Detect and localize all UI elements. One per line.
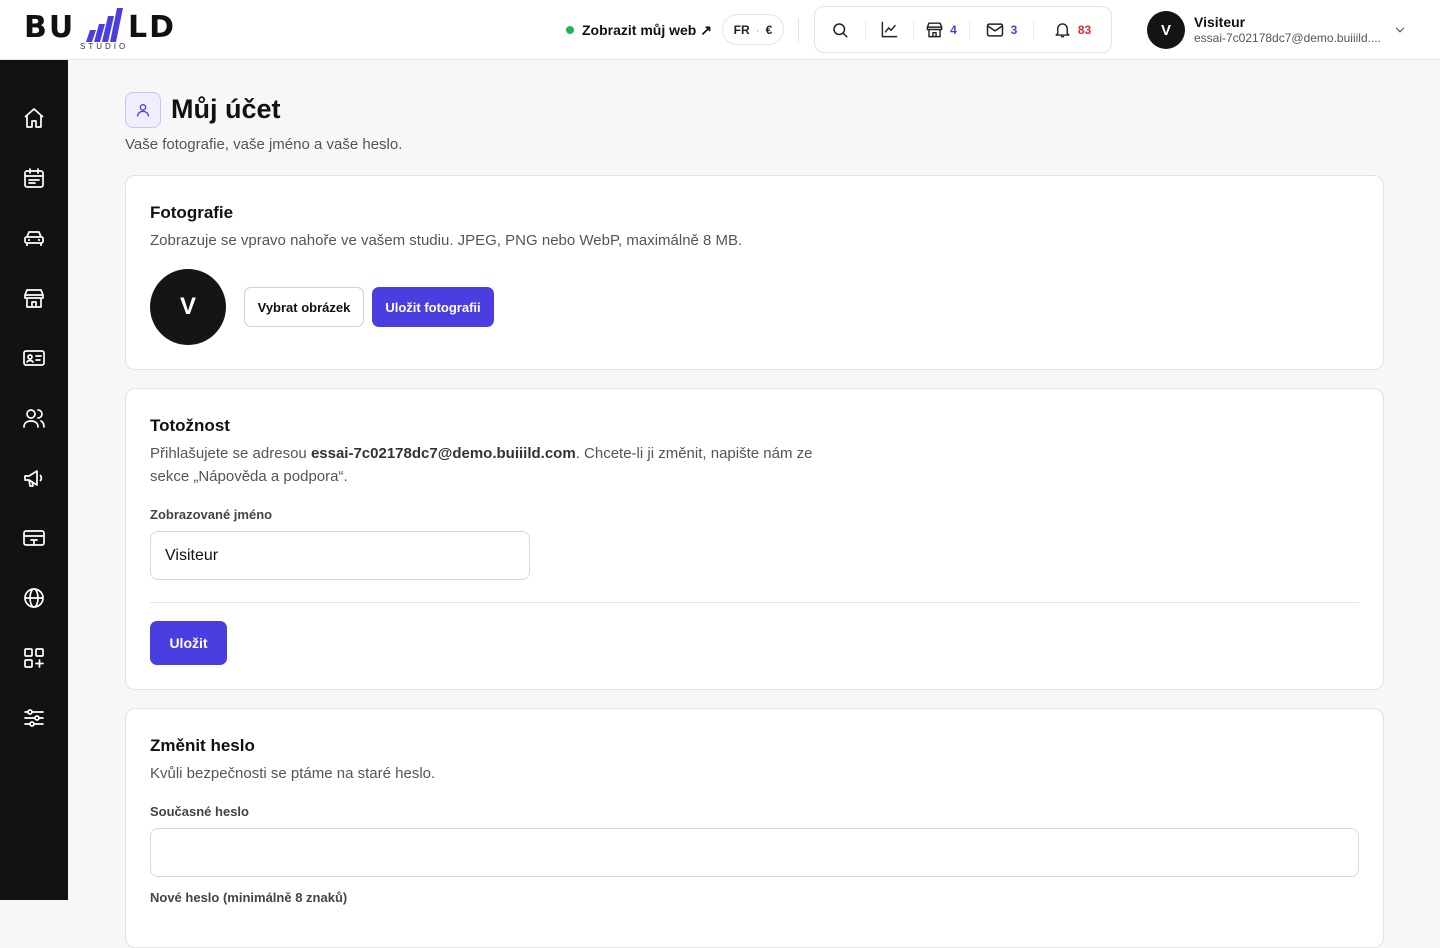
identity-divider — [150, 602, 1359, 603]
locale-currency: € — [765, 22, 773, 37]
bell-icon — [1055, 23, 1070, 38]
sidebar-item-apps[interactable] — [16, 640, 52, 676]
identity-card-title: Totožnost — [150, 416, 230, 435]
mail-icon — [986, 22, 1003, 37]
notifications-button[interactable]: 83 — [1033, 7, 1111, 52]
sidebar-item-payments[interactable] — [16, 520, 52, 556]
store-icon — [926, 22, 943, 38]
user-icon — [137, 104, 149, 117]
chevron-down-icon — [1395, 27, 1405, 33]
page-title: Můj účet — [171, 94, 281, 124]
search-icon — [833, 22, 848, 37]
current-password-input[interactable] — [150, 828, 1359, 877]
mail-count: 3 — [1010, 22, 1018, 37]
save-identity-button[interactable]: Uložit — [150, 621, 227, 665]
identity-card: Totožnost Přihlašujete se adresou essai-… — [125, 388, 1384, 690]
view-site-link[interactable]: Zobrazit můj web ↗ — [566, 19, 712, 41]
brand-logo-left: BU — [24, 10, 76, 45]
calendar-icon — [24, 168, 44, 188]
display-name-label: Zobrazované jméno — [150, 507, 273, 522]
identity-card-description: Přihlašujete se adresou essai-7c02178dc7… — [150, 442, 840, 488]
sidebar-item-marketing[interactable] — [16, 460, 52, 496]
login-email: essai-7c02178dc7@demo.buiiild.com — [310, 445, 576, 462]
sidebar-item-settings[interactable] — [16, 700, 52, 736]
new-password-label: Nové heslo (minimálně 8 znaků) — [150, 890, 348, 905]
choose-image-button[interactable]: Vybrat obrázek — [244, 287, 364, 327]
photo-card: Fotografie Zobrazuje se vpravo nahoře ve… — [125, 175, 1384, 370]
search-button[interactable] — [815, 7, 865, 52]
sidebar-item-calendar[interactable] — [16, 160, 52, 196]
display-name-input[interactable]: Visiteur — [150, 531, 530, 580]
sidebar-item-home[interactable] — [16, 100, 52, 136]
car-icon — [24, 231, 44, 246]
megaphone-icon — [24, 470, 43, 487]
messages-button[interactable]: 3 — [969, 7, 1033, 52]
sidebar-item-website[interactable] — [16, 580, 52, 616]
home-icon — [24, 108, 44, 128]
password-card: Změnit heslo Kvůli bezpečnosti se ptáme … — [125, 708, 1384, 948]
store-icon — [24, 289, 44, 308]
avatar: V — [1147, 11, 1185, 49]
notification-count: 83 — [1077, 22, 1092, 37]
brand-logo[interactable]: BU LD STUDIO — [24, 8, 184, 52]
store-count: 4 — [950, 22, 957, 37]
profile-photo-avatar: V — [150, 269, 226, 345]
sidebar — [0, 60, 68, 900]
photo-card-description: Zobrazuje se vpravo nahoře ve vašem stud… — [150, 232, 743, 249]
globe-icon — [24, 588, 44, 608]
password-card-title: Změnit heslo — [150, 736, 255, 755]
header-icon-bar: 4 3 83 — [814, 6, 1112, 53]
sidebar-item-vehicles[interactable] — [16, 220, 52, 256]
sidebar-item-store[interactable] — [16, 280, 52, 316]
store-button[interactable]: 4 — [913, 7, 969, 52]
page-badge — [125, 92, 161, 128]
photo-card-title: Fotografie — [150, 203, 234, 222]
payment-card-icon — [23, 530, 45, 546]
locale-switcher[interactable]: FR · € — [722, 14, 784, 45]
brand-logo-sub: STUDIO — [80, 42, 129, 51]
apps-icon — [24, 648, 44, 668]
user-menu[interactable]: V Visiteur essai-7c02178dc7@demo.buiiild… — [1147, 11, 1417, 49]
locale-separator: · — [755, 22, 760, 37]
password-card-description: Kvůli bezpečnosti se ptáme na staré hesl… — [150, 765, 436, 782]
save-photo-button[interactable]: Uložit fotografii — [372, 287, 494, 327]
sidebar-item-contacts[interactable] — [16, 340, 52, 376]
user-email: essai-7c02178dc7@demo.buiiild.... — [1194, 31, 1381, 45]
identity-desc-prefix: Přihlašujete se adresou — [150, 445, 311, 462]
locale-language: FR — [733, 22, 750, 37]
sidebar-item-users[interactable] — [16, 400, 52, 436]
id-card-icon — [23, 350, 45, 366]
online-status-dot — [566, 26, 574, 34]
settings-sliders-icon — [24, 709, 44, 727]
users-icon — [23, 409, 45, 428]
brand-logo-bars — [86, 8, 123, 42]
top-bar: BU LD STUDIO Zobrazit můj web ↗ FR · € 4 — [0, 0, 1440, 60]
brand-logo-right: LD — [128, 10, 177, 45]
current-password-label: Současné heslo — [150, 804, 249, 819]
page-subtitle: Vaše fotografie, vaše jméno a vaše heslo… — [125, 136, 403, 153]
view-site-label: Zobrazit můj web ↗ — [582, 21, 712, 38]
chart-line-icon — [881, 21, 897, 38]
user-name: Visiteur — [1194, 14, 1246, 30]
analytics-button[interactable] — [865, 7, 913, 52]
header-divider — [798, 18, 799, 42]
